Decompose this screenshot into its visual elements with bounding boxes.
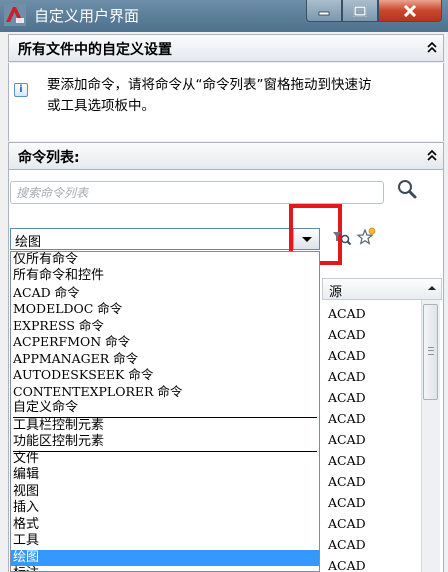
list-item[interactable]: ACAD (328, 390, 366, 405)
info-icon: i (14, 83, 28, 97)
dropdown-item[interactable]: 插入 (11, 500, 319, 516)
grip-icon (428, 347, 434, 355)
dropdown-item[interactable]: MODELDOC 命令 (11, 301, 319, 317)
custom-settings-header[interactable]: 所有文件中的自定义设置 (8, 34, 444, 62)
collapse-chevron-icon[interactable] (425, 147, 439, 163)
search-input[interactable] (10, 181, 384, 204)
list-item[interactable]: ACAD (328, 348, 366, 363)
collapse-chevron-icon[interactable] (425, 39, 439, 55)
custom-settings-title: 所有文件中的自定义设置 (18, 42, 172, 58)
dropdown-item[interactable]: ACPERFMON 命令 (11, 334, 319, 350)
maximize-icon (353, 4, 367, 17)
close-button[interactable] (378, 0, 442, 22)
list-item[interactable]: ACAD (328, 432, 366, 447)
info-text: 要添加命令，请将命令从“命令列表”窗格拖动到快速访 或工具选项板中。 (47, 77, 372, 114)
title-bar: 自定义用户界面 (0, 0, 448, 32)
dropdown-item[interactable]: 标注 (11, 566, 319, 571)
source-column-label: 源 (329, 285, 343, 300)
list-item[interactable]: ACAD (328, 474, 366, 489)
dropdown-item[interactable]: 编辑 (11, 467, 319, 483)
new-command-star-icon[interactable] (356, 227, 376, 247)
dropdown-item[interactable]: 格式 (11, 517, 319, 533)
dropdown-item[interactable]: ACAD 命令 (11, 285, 319, 301)
command-filter-value: 绘图 (15, 235, 42, 250)
list-item[interactable]: ACAD (328, 327, 366, 342)
info-panel: i 要添加命令，请将命令从“命令列表”窗格拖动到快速访 或工具选项板中。 (8, 63, 444, 141)
dropdown-item[interactable]: 视图 (11, 484, 319, 500)
list-item[interactable]: ACAD (328, 558, 366, 572)
command-list-header[interactable]: 命令列表: (8, 142, 444, 170)
command-filter-dropdown: 仅所有命令 所有命令和控件 ACAD 命令 MODELDOC 命令 EXPRES… (10, 251, 320, 572)
dropdown-item[interactable]: 文件 (11, 451, 319, 467)
list-item[interactable]: ACAD (328, 306, 366, 321)
dropdown-item[interactable]: 工具 (11, 533, 319, 549)
list-item[interactable]: ACAD (328, 411, 366, 426)
dropdown-item[interactable]: 所有命令和控件 (11, 268, 319, 284)
dropdown-item[interactable]: 工具栏控制元素 (11, 418, 319, 434)
maximize-button[interactable] (342, 0, 378, 22)
filter-search-icon[interactable] (332, 229, 352, 247)
dropdown-item[interactable]: AUTODESKSEEK 命令 (11, 367, 319, 383)
list-item[interactable]: ACAD (328, 369, 366, 384)
window-title: 自定义用户界面 (34, 7, 140, 25)
dropdown-item-selected[interactable]: 绘图 (11, 550, 319, 566)
dropdown-item[interactable]: 功能区控制元素 (11, 434, 319, 450)
dropdown-item[interactable]: APPMANAGER 命令 (11, 351, 319, 367)
scrollbar-thumb[interactable] (423, 304, 438, 400)
list-item[interactable]: ACAD (328, 537, 366, 552)
command-list-title: 命令列表: (18, 150, 80, 166)
app-icon (4, 4, 26, 26)
list-item[interactable]: ACAD (328, 453, 366, 468)
minimize-button[interactable] (306, 0, 342, 22)
close-icon (403, 4, 417, 17)
dropdown-item[interactable]: 仅所有命令 (11, 252, 319, 268)
command-filter-select[interactable]: 绘图 (10, 228, 320, 250)
minimize-icon (318, 11, 330, 15)
dropdown-item[interactable]: 自定义命令 (11, 400, 319, 416)
list-item[interactable]: ACAD (328, 495, 366, 510)
dropdown-item[interactable]: EXPRESS 命令 (11, 318, 319, 334)
list-item[interactable]: ACAD (328, 516, 366, 531)
source-column-header[interactable]: 源 (322, 278, 442, 300)
sort-up-icon (428, 286, 436, 290)
dropdown-item[interactable]: CONTENTEXPLORER 命令 (11, 384, 319, 400)
search-icon[interactable] (396, 178, 418, 200)
